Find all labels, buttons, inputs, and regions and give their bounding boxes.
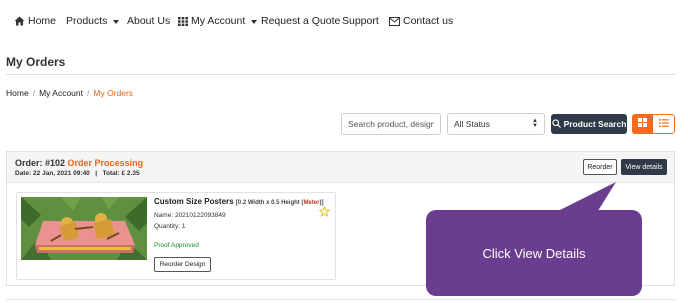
product-name: Custom Size Posters [0.2 Width x 0.5 Hei…	[154, 197, 323, 206]
title-divider	[6, 74, 675, 75]
nav-contact[interactable]: Contact us	[389, 14, 453, 28]
order-total: Total: £ 2.35	[102, 170, 140, 177]
nav-home[interactable]: Home	[14, 14, 56, 28]
reorder-design-button[interactable]: Reorder Design	[154, 257, 211, 272]
list-view-icon	[658, 118, 669, 130]
order-status: Order Processing	[67, 158, 144, 168]
nav-products-label: Products	[66, 15, 108, 27]
status-select[interactable]: All Status ▲ ▼	[447, 113, 545, 135]
top-nav: Home Products About Us My Account Reques…	[0, 0, 688, 40]
breadcrumb-separator: /	[87, 88, 90, 98]
status-select-value: All Status	[454, 119, 490, 129]
search-input[interactable]	[341, 113, 441, 135]
order-item: Custom Size Posters [0.2 Width x 0.5 Hei…	[16, 192, 336, 280]
nav-quote-label: Request a Quote	[261, 15, 341, 27]
nav-support-label: Support	[342, 15, 379, 27]
order-meta: Date: 22 Jan, 2021 09:40 | Total: £ 2.35	[15, 170, 140, 177]
nav-my-account-label: My Account	[191, 15, 246, 27]
product-search-label: Product Search	[563, 119, 627, 129]
list-view-button[interactable]	[652, 114, 675, 134]
breadcrumb: Home / My Account / My Orders	[6, 88, 133, 98]
product-thumbnail[interactable]	[21, 197, 147, 260]
nav-about[interactable]: About Us	[127, 14, 170, 28]
grid-view-icon	[637, 118, 647, 130]
order-date: Date: 22 Jan, 2021 09:40	[15, 170, 90, 177]
breadcrumb-current: My Orders	[93, 88, 134, 98]
order-title: Order: #102 Order Processing	[15, 158, 143, 168]
nav-about-label: About Us	[127, 15, 171, 27]
search-icon	[551, 118, 561, 130]
view-details-button[interactable]: View details	[621, 159, 667, 175]
product-size-text: [0.2 Width x 0.5 Height (	[235, 200, 304, 206]
nav-my-account[interactable]: My Account	[178, 14, 258, 28]
grid-icon	[178, 16, 188, 26]
page-title: My Orders	[6, 55, 66, 69]
product-title: Custom Size Posters	[154, 197, 234, 206]
order-number: Order: #102	[15, 158, 66, 168]
callout-bubble: Click View Details	[426, 210, 642, 296]
item-name-line: Name: 20210122093849	[154, 212, 226, 219]
breadcrumb-account[interactable]: My Account	[39, 88, 83, 98]
item-quantity-line: Quantity: 1	[154, 223, 186, 230]
nav-contact-label: Contact us	[403, 15, 454, 27]
breadcrumb-home[interactable]: Home	[6, 88, 29, 98]
reorder-button[interactable]: Reorder	[583, 159, 617, 175]
breadcrumb-separator: /	[32, 88, 36, 98]
nav-home-label: Home	[28, 15, 57, 27]
order-header: Order: #102 Order Processing Date: 22 Ja…	[7, 152, 674, 183]
caret-down-icon	[113, 19, 120, 24]
meta-divider: |	[95, 170, 98, 177]
star-icon[interactable]	[318, 205, 331, 220]
grid-view-button[interactable]	[632, 114, 652, 134]
nav-support[interactable]: Support	[342, 14, 379, 28]
nav-request-quote[interactable]: Request a Quote	[261, 14, 340, 28]
product-size-unit: Meter	[303, 200, 320, 206]
envelope-icon	[389, 16, 400, 26]
proof-status: Proof Approved	[154, 242, 199, 249]
nav-products[interactable]: Products	[66, 14, 120, 28]
select-arrows-icon: ▲ ▼	[532, 118, 538, 129]
caret-down-icon	[251, 19, 258, 24]
bottom-divider	[6, 299, 675, 300]
callout-text: Click View Details	[482, 245, 586, 261]
product-search-button[interactable]: Product Search	[551, 114, 627, 134]
product-size: [0.2 Width x 0.5 Height (Meter)]	[236, 200, 324, 206]
home-icon	[14, 16, 25, 26]
